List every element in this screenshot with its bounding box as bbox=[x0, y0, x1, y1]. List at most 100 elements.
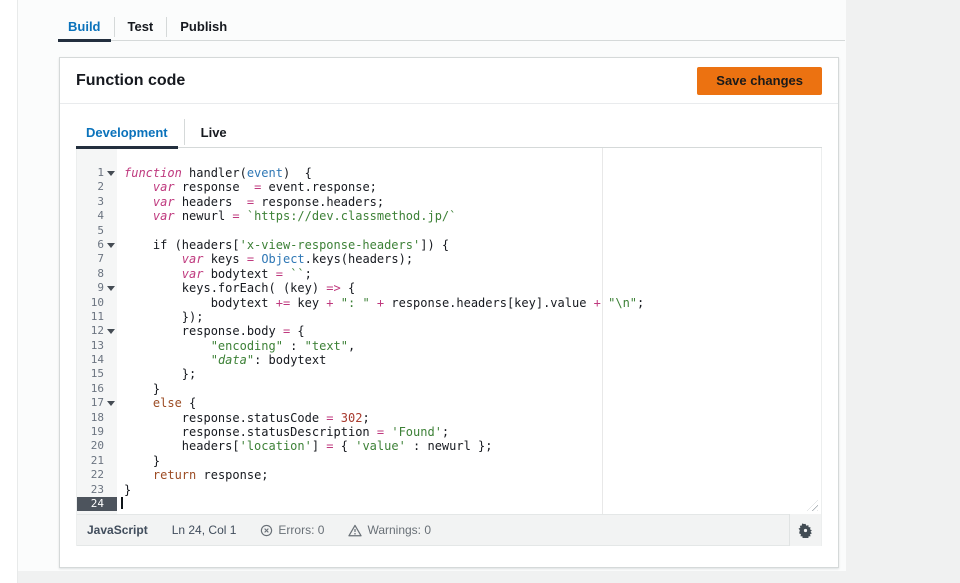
warnings-label: Warnings: 0 bbox=[367, 523, 431, 537]
main-content: Build Test Publish Function code Save ch… bbox=[18, 0, 846, 571]
gutter-line-number[interactable]: 11 bbox=[77, 310, 117, 324]
code-line[interactable]: }; bbox=[117, 367, 821, 381]
bottom-background bbox=[18, 571, 846, 583]
code-line[interactable]: var response = event.response; bbox=[117, 180, 821, 194]
code-line[interactable]: response.statusDescription = 'Found'; bbox=[117, 425, 821, 439]
gutter: 123456789101112131415161718192021222324 bbox=[77, 148, 117, 514]
cursor-position-label: Ln 24, Col 1 bbox=[172, 523, 237, 537]
tab-build[interactable]: Build bbox=[58, 12, 111, 41]
line-number: 17 bbox=[91, 396, 104, 409]
line-number: 1 bbox=[97, 166, 104, 179]
gutter-line-number[interactable]: 7 bbox=[77, 252, 117, 266]
code-line[interactable]: return response; bbox=[117, 468, 821, 482]
tab-development-label: Development bbox=[86, 125, 168, 140]
warning-icon bbox=[348, 524, 362, 537]
tab-build-label: Build bbox=[68, 19, 101, 34]
line-number: 6 bbox=[97, 238, 104, 251]
gutter-line-number[interactable]: 13 bbox=[77, 339, 117, 353]
error-icon bbox=[260, 524, 273, 537]
save-changes-button[interactable]: Save changes bbox=[697, 67, 822, 95]
tab-live-label: Live bbox=[201, 125, 227, 140]
function-code-panel: Function code Save changes Development L… bbox=[59, 57, 839, 568]
code-line[interactable]: "encoding" : "text", bbox=[117, 339, 821, 353]
code-line[interactable]: } bbox=[117, 382, 821, 396]
tab-development[interactable]: Development bbox=[76, 116, 178, 148]
gutter-line-number[interactable]: 8 bbox=[77, 267, 117, 281]
line-number: 8 bbox=[97, 267, 104, 280]
text-cursor bbox=[121, 497, 123, 509]
gutter-line-number[interactable]: 9 bbox=[77, 281, 117, 295]
code-line[interactable] bbox=[117, 497, 821, 511]
gutter-line-number[interactable]: 23 bbox=[77, 483, 117, 497]
code-line[interactable]: var headers = response.headers; bbox=[117, 195, 821, 209]
gutter-line-number[interactable]: 21 bbox=[77, 454, 117, 468]
warnings-status: Warnings: 0 bbox=[348, 523, 431, 537]
code-line[interactable]: }); bbox=[117, 310, 821, 324]
gutter-line-number[interactable]: 16 bbox=[77, 382, 117, 396]
gutter-line-number[interactable]: 17 bbox=[77, 396, 117, 410]
tab-separator bbox=[114, 17, 115, 37]
panel-header: Function code Save changes bbox=[60, 58, 838, 104]
code-line[interactable]: if (headers['x-view-response-headers']) … bbox=[117, 238, 821, 252]
fold-arrow-icon[interactable] bbox=[107, 171, 115, 176]
code-line[interactable]: function handler(event) { bbox=[117, 166, 821, 180]
tab-separator bbox=[166, 17, 167, 37]
gutter-line-number[interactable]: 19 bbox=[77, 425, 117, 439]
code-editor[interactable]: 123456789101112131415161718192021222324 … bbox=[76, 148, 822, 546]
line-number: 21 bbox=[91, 454, 104, 467]
gutter-line-number[interactable]: 14 bbox=[77, 353, 117, 367]
tab-live[interactable]: Live bbox=[191, 116, 237, 148]
code-line[interactable]: bodytext += key + ": " + response.header… bbox=[117, 296, 821, 310]
editor-settings-button[interactable] bbox=[789, 514, 821, 546]
gutter-line-number[interactable]: 20 bbox=[77, 439, 117, 453]
code-line[interactable]: keys.forEach( (key) => { bbox=[117, 281, 821, 295]
code-line[interactable]: headers['location'] = { 'value' : newurl… bbox=[117, 439, 821, 453]
tab-test[interactable]: Test bbox=[118, 12, 164, 41]
gutter-line-number[interactable]: 4 bbox=[77, 209, 117, 223]
tab-publish[interactable]: Publish bbox=[170, 12, 237, 41]
fold-arrow-icon[interactable] bbox=[107, 243, 115, 248]
gutter-line-number[interactable]: 18 bbox=[77, 411, 117, 425]
fold-arrow-icon[interactable] bbox=[107, 329, 115, 334]
errors-status: Errors: 0 bbox=[260, 523, 324, 537]
code-line[interactable]: } bbox=[117, 483, 821, 497]
code-lines[interactable]: function handler(event) { var response =… bbox=[117, 148, 821, 514]
line-number: 12 bbox=[91, 324, 104, 337]
line-number: 11 bbox=[91, 310, 104, 323]
code-line[interactable]: response.statusCode = 302; bbox=[117, 411, 821, 425]
fold-arrow-icon[interactable] bbox=[107, 401, 115, 406]
gutter-line-number[interactable]: 24 bbox=[77, 497, 117, 511]
panel-body: Development Live 12345678910111213141516… bbox=[60, 116, 838, 546]
gutter-line-number[interactable]: 12 bbox=[77, 324, 117, 338]
line-number: 23 bbox=[91, 483, 104, 496]
panel-title: Function code bbox=[76, 72, 185, 90]
line-number: 10 bbox=[91, 296, 104, 309]
fold-arrow-icon[interactable] bbox=[107, 286, 115, 291]
code-line[interactable]: var newurl = `https://dev.classmethod.jp… bbox=[117, 209, 821, 223]
code-line[interactable]: "data": bodytext bbox=[117, 353, 821, 367]
gutter-line-number[interactable]: 2 bbox=[77, 180, 117, 194]
gutter-line-number[interactable]: 3 bbox=[77, 195, 117, 209]
tab-separator bbox=[184, 119, 185, 145]
gutter-line-number[interactable]: 10 bbox=[77, 296, 117, 310]
line-number: 13 bbox=[91, 339, 104, 352]
line-number: 4 bbox=[97, 209, 104, 222]
gutter-line-number[interactable]: 6 bbox=[77, 238, 117, 252]
right-background bbox=[846, 0, 960, 583]
errors-label: Errors: 0 bbox=[278, 523, 324, 537]
code-line[interactable]: response.body = { bbox=[117, 324, 821, 338]
code-line[interactable]: else { bbox=[117, 396, 821, 410]
gutter-line-number[interactable]: 5 bbox=[77, 224, 117, 238]
gutter-line-number[interactable]: 1 bbox=[77, 166, 117, 180]
code-line[interactable] bbox=[117, 224, 821, 238]
code-line[interactable]: } bbox=[117, 454, 821, 468]
line-number: 24 bbox=[91, 497, 104, 510]
gutter-line-number[interactable]: 15 bbox=[77, 367, 117, 381]
tab-publish-label: Publish bbox=[180, 19, 227, 34]
status-bar: JavaScript Ln 24, Col 1 Errors: 0 Warnin… bbox=[77, 514, 821, 546]
code-line[interactable]: var bodytext = ``; bbox=[117, 267, 821, 281]
code-area[interactable]: 123456789101112131415161718192021222324 … bbox=[77, 148, 821, 514]
line-number: 19 bbox=[91, 425, 104, 438]
code-line[interactable]: var keys = Object.keys(headers); bbox=[117, 252, 821, 266]
gutter-line-number[interactable]: 22 bbox=[77, 468, 117, 482]
